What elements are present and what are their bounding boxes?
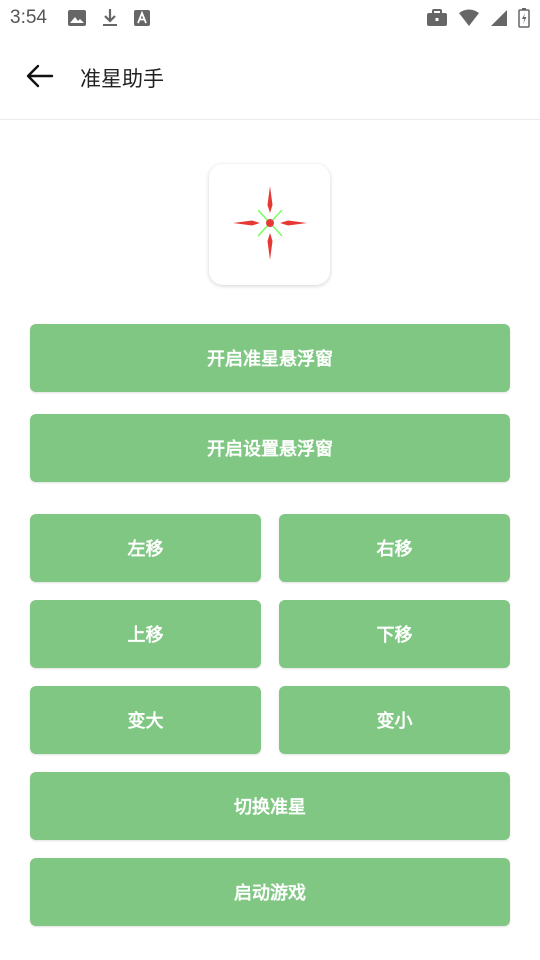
enlarge-button[interactable]: 变大 (30, 686, 261, 754)
download-icon (101, 8, 119, 28)
status-left: 3:54 (10, 7, 151, 29)
move-right-button[interactable]: 右移 (279, 514, 510, 582)
app-logo (209, 164, 330, 285)
open-settings-window-button[interactable]: 开启设置悬浮窗 (30, 414, 510, 482)
image-icon (67, 9, 87, 27)
move-up-button[interactable]: 上移 (30, 600, 261, 668)
status-right (426, 8, 530, 28)
shrink-button[interactable]: 变小 (279, 686, 510, 754)
wifi-icon (458, 9, 480, 27)
arrow-left-icon (26, 64, 54, 92)
battery-icon (518, 8, 530, 28)
page-title: 准星助手 (80, 66, 164, 91)
a-icon (133, 9, 151, 27)
status-time: 3:54 (10, 7, 47, 28)
back-button[interactable] (0, 36, 80, 120)
launch-game-button[interactable]: 启动游戏 (30, 858, 510, 926)
switch-crosshair-button[interactable]: 切换准星 (30, 772, 510, 840)
move-down-button[interactable]: 下移 (279, 600, 510, 668)
status-bar: 3:54 (0, 0, 540, 36)
move-left-button[interactable]: 左移 (30, 514, 261, 582)
open-crosshair-window-button[interactable]: 开启准星悬浮窗 (30, 324, 510, 392)
crosshair-icon (230, 183, 310, 267)
briefcase-icon (426, 9, 448, 27)
signal-icon (490, 9, 508, 27)
app-bar: 准星助手 (0, 36, 540, 120)
